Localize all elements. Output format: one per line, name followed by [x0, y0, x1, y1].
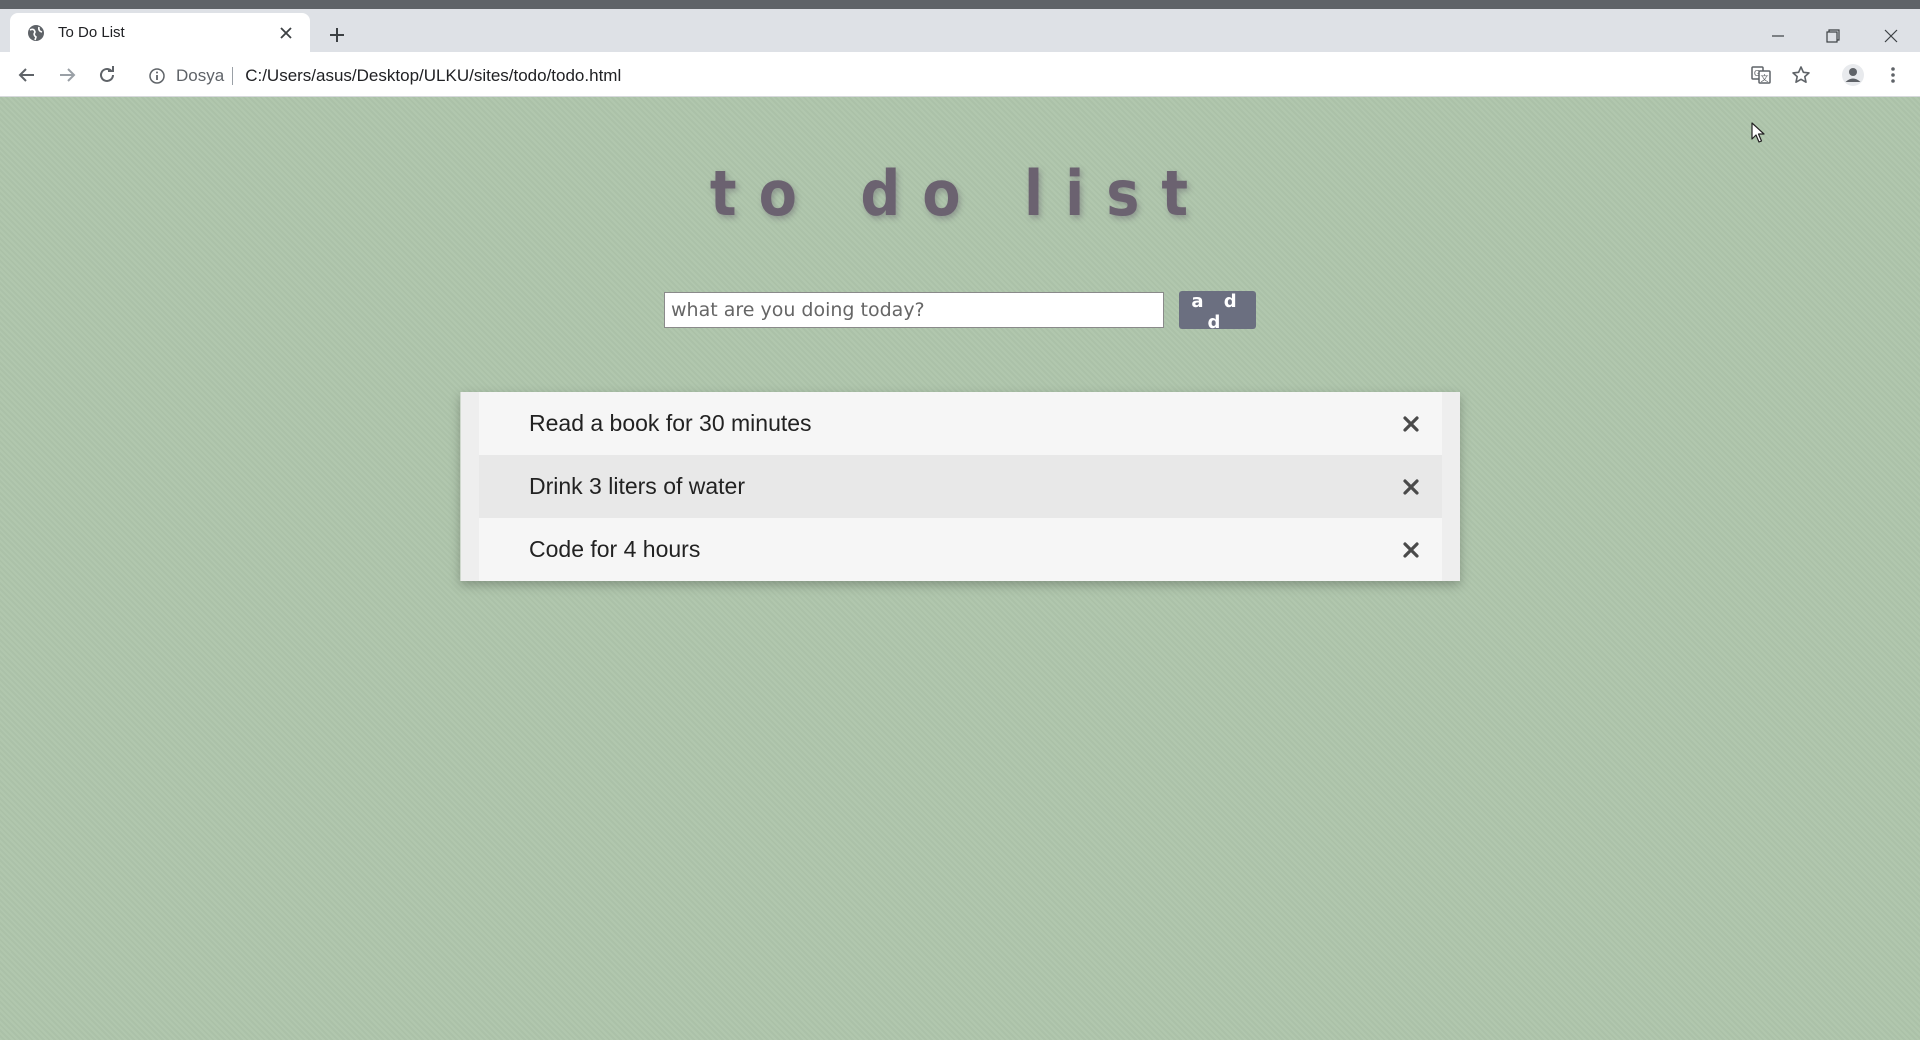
restore-icon[interactable]: [1815, 21, 1851, 51]
translate-icon[interactable]: 文G: [1748, 62, 1774, 88]
svg-text:G: G: [1754, 69, 1760, 78]
back-arrow-icon[interactable]: [14, 62, 40, 88]
delete-icon[interactable]: [1398, 537, 1424, 563]
forward-arrow-icon[interactable]: [54, 62, 80, 88]
reload-icon[interactable]: [94, 62, 120, 88]
todo-text: Code for 4 hours: [529, 536, 701, 562]
page-title: to do list: [709, 157, 1211, 230]
window-close-icon[interactable]: [1873, 21, 1909, 51]
todo-item[interactable]: Read a book for 30 minutes: [479, 392, 1442, 455]
new-tab-button[interactable]: [325, 23, 349, 47]
tab-strip: To Do List: [0, 9, 1920, 52]
tab-title: To Do List: [58, 24, 125, 41]
window-frame: [0, 0, 1920, 9]
tab-todo[interactable]: To Do List: [10, 13, 310, 52]
todo-panel: Read a book for 30 minutes Drink 3 liter…: [460, 392, 1460, 581]
todo-text: Drink 3 liters of water: [529, 473, 746, 499]
todo-item[interactable]: Drink 3 liters of water: [479, 455, 1442, 518]
todo-text: Read a book for 30 minutes: [529, 410, 812, 436]
minimize-icon[interactable]: [1760, 21, 1796, 51]
add-button[interactable]: a d d: [1179, 291, 1256, 333]
close-icon[interactable]: [274, 21, 298, 45]
star-icon[interactable]: [1788, 62, 1814, 88]
profile-icon[interactable]: [1840, 62, 1866, 88]
page-content: to do list a d d Read a book for 30 minu…: [0, 97, 1920, 1040]
task-input[interactable]: [664, 292, 1164, 328]
delete-icon[interactable]: [1398, 411, 1424, 437]
add-todo-form: a d d: [664, 291, 1256, 333]
address-bar[interactable]: Dosya C:/Users/asus/Desktop/ULKU/sites/t…: [138, 59, 1728, 92]
info-icon[interactable]: [148, 67, 166, 85]
kebab-menu-icon[interactable]: [1880, 62, 1906, 88]
todo-item[interactable]: Code for 4 hours: [479, 518, 1442, 581]
browser-toolbar: Dosya C:/Users/asus/Desktop/ULKU/sites/t…: [0, 52, 1920, 97]
globe-icon: [26, 23, 46, 43]
svg-text:文: 文: [1761, 73, 1769, 83]
site-label: Dosya: [176, 66, 234, 85]
mouse-cursor-icon: [1751, 122, 1765, 149]
todo-list: Read a book for 30 minutes Drink 3 liter…: [479, 392, 1442, 581]
url-text[interactable]: C:/Users/asus/Desktop/ULKU/sites/todo/to…: [245, 66, 621, 86]
delete-icon[interactable]: [1398, 474, 1424, 500]
